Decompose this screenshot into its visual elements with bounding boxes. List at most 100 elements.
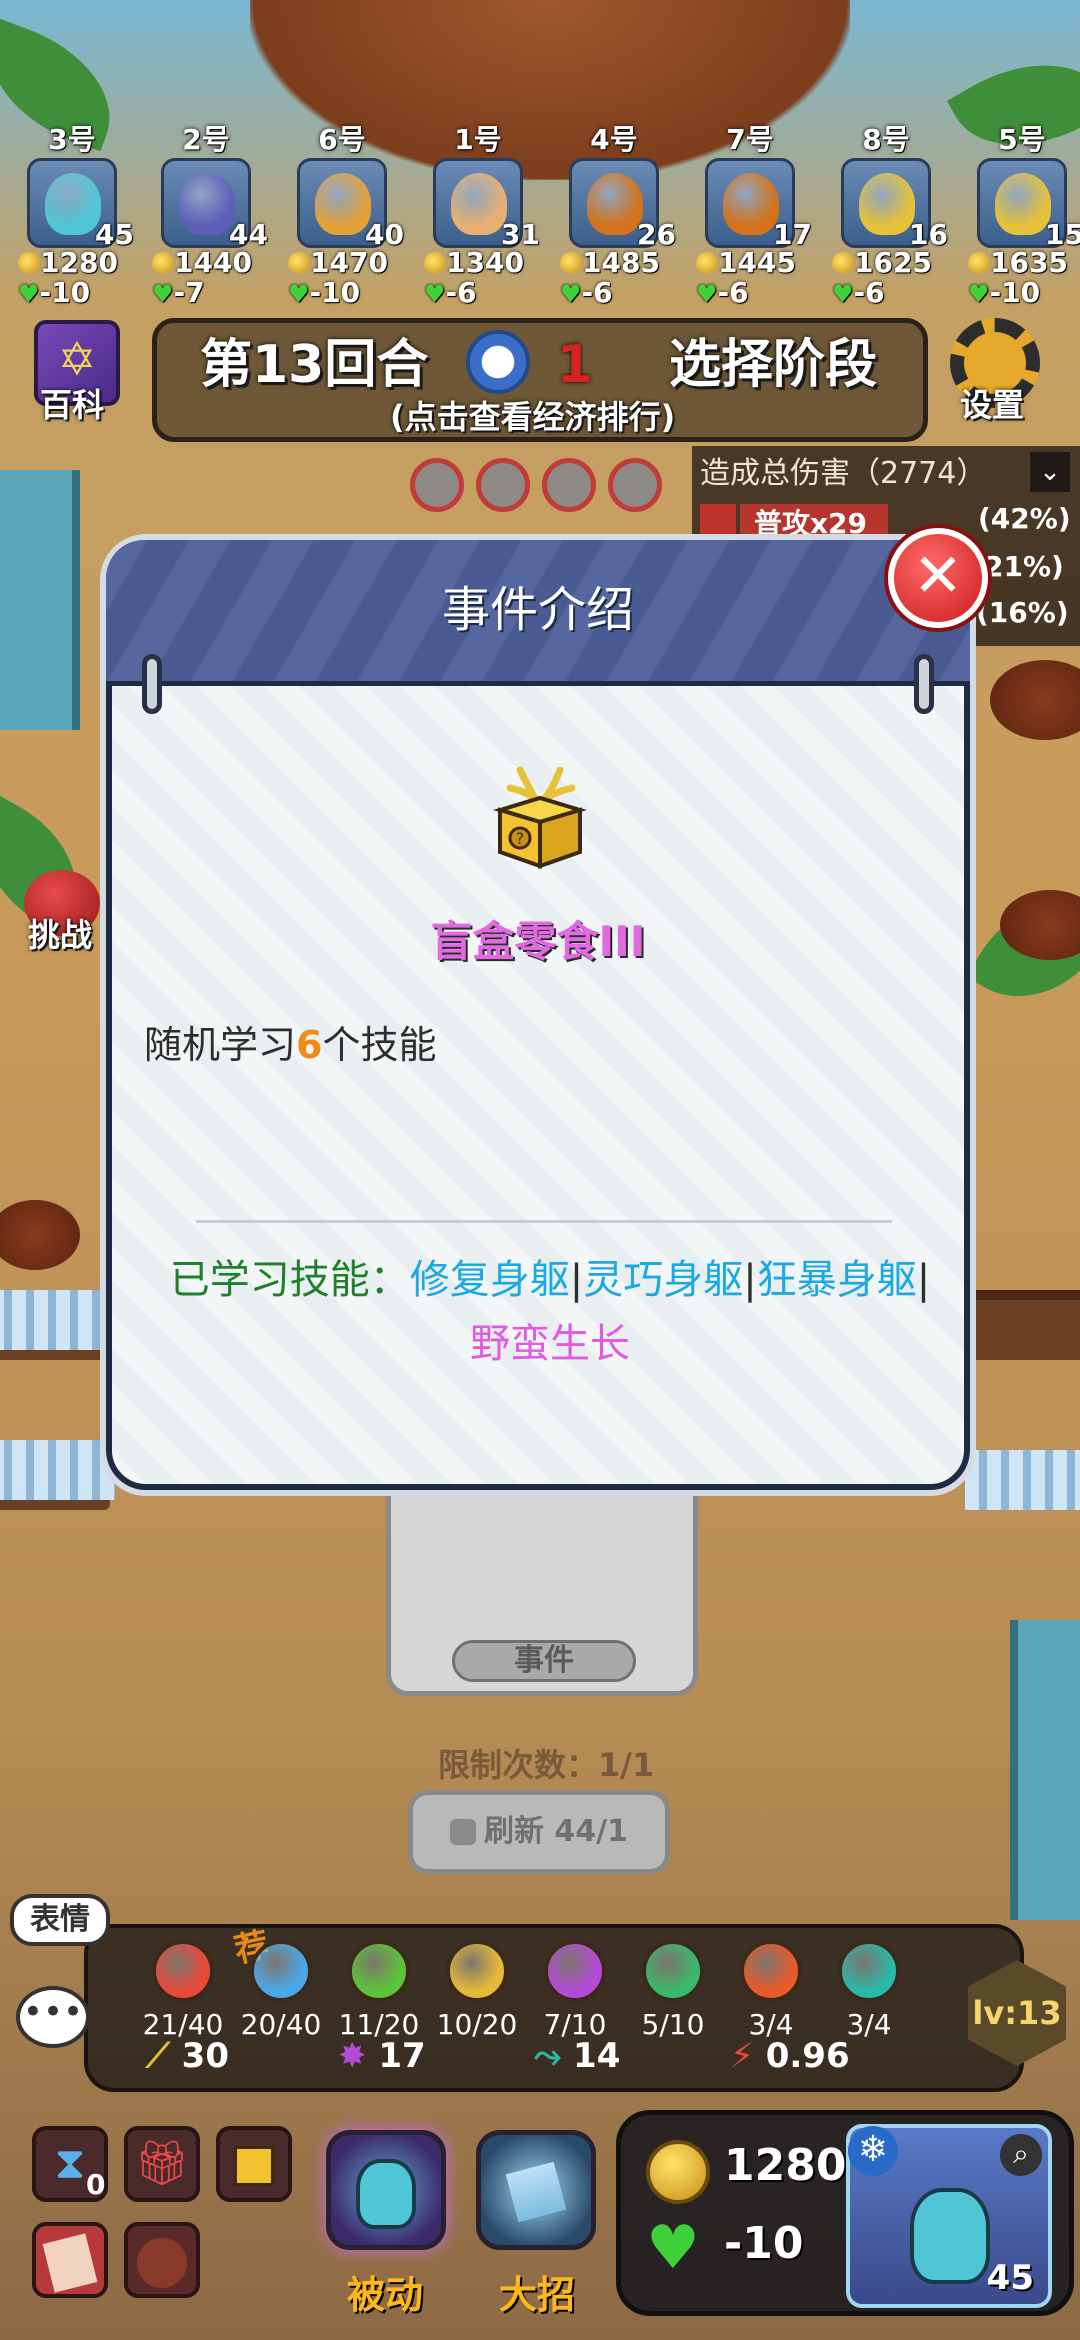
- ultimate-label: 大招: [498, 2273, 575, 2317]
- event-tag: 事件: [452, 1640, 636, 1682]
- sword-icon: ⟋: [146, 2036, 170, 2076]
- player-card[interactable]: 2号 44 1440 ♥-7: [142, 118, 270, 309]
- crit-icon: ⚡: [730, 2036, 754, 2076]
- card-slot[interactable]: [32, 2222, 108, 2298]
- learned-skill: 修复身躯: [409, 1257, 570, 1303]
- heart-icon: ♥: [288, 280, 310, 308]
- stopwatch-icon: [466, 330, 530, 394]
- coin-icon: [424, 252, 446, 274]
- damage-row-pct: (42%): [978, 502, 1071, 535]
- lamp-decoration: [0, 1200, 80, 1270]
- coin-icon: [832, 252, 854, 274]
- player-level: 26: [637, 218, 676, 251]
- heart-icon: [152, 1940, 214, 2002]
- hero-level: 45: [986, 2258, 1034, 2298]
- burst-stat: ✸ 17: [338, 2036, 426, 2076]
- player-hp: ♥-6: [822, 278, 950, 309]
- player-card[interactable]: 8号 16 1625 ♥-6: [822, 118, 950, 309]
- food-slot[interactable]: [124, 2222, 200, 2298]
- binder-ring: [142, 654, 162, 714]
- snowflake-icon: ❄: [848, 2126, 898, 2176]
- heart-icon: ♥: [646, 2213, 700, 2283]
- emote-button[interactable]: 表情: [10, 1894, 110, 1946]
- passive-label: 被动: [346, 2273, 423, 2317]
- paw-icon: [642, 1940, 704, 2002]
- skill-slot[interactable]: 21/40: [138, 1940, 228, 2041]
- avatar-icon: [179, 173, 235, 235]
- wing-icon: [838, 1940, 900, 2002]
- passive-button[interactable]: [326, 2130, 446, 2250]
- gold-value: 1280: [724, 2140, 847, 2191]
- gift-slot[interactable]: 🎁︎: [124, 2126, 200, 2202]
- player-card[interactable]: 4号 26 1485 ♥-6: [550, 118, 678, 309]
- avatar-icon: [315, 173, 371, 235]
- skill-slot[interactable]: 20/40: [236, 1940, 326, 2041]
- bottle-shelf: [0, 1290, 115, 1350]
- economy-ranking-hint[interactable]: (点击查看经济排行): [390, 392, 675, 438]
- avatar-icon: [859, 173, 915, 235]
- challenge-label[interactable]: 挑战: [28, 910, 92, 956]
- damage-row-label: 普攻x29: [754, 507, 868, 540]
- blind-box-slot[interactable]: [216, 2126, 292, 2202]
- card-icon: [42, 2233, 98, 2293]
- player-card[interactable]: 6号 40 1470 ♥-10: [278, 118, 406, 309]
- sword-icon: [446, 1940, 508, 2002]
- hero-portrait[interactable]: ❄ ⌕ 45: [846, 2124, 1052, 2308]
- learned-skill: 野蛮生长: [470, 1321, 630, 1367]
- skill-separator: |: [743, 1257, 757, 1303]
- learned-skill: 狂暴身躯: [756, 1257, 917, 1303]
- coin-icon: [18, 252, 40, 274]
- crit-stat: ⚡ 0.96: [730, 2036, 850, 2076]
- player-gold: 1440: [142, 248, 270, 278]
- burst-icon: [544, 1940, 606, 2002]
- player-level: 44: [229, 218, 268, 251]
- curtain: [1010, 1620, 1080, 1920]
- avatar-icon: [45, 173, 101, 235]
- chevron-down-icon[interactable]: ⌄: [1030, 452, 1070, 492]
- crit-value: 0.96: [765, 2036, 850, 2076]
- refresh-label: 刷新 44/1: [483, 1814, 629, 1849]
- chat-bubble-icon[interactable]: •••: [16, 1986, 90, 2048]
- player-card[interactable]: 1号 31 1340 ♥-6: [414, 118, 542, 309]
- player-card[interactable]: 7号 17 1445 ♥-6: [686, 118, 814, 309]
- skill-count: 5/10: [641, 2008, 705, 2041]
- skill-count: 10/20: [436, 2008, 518, 2041]
- damage-row-pct: (16%): [976, 596, 1069, 629]
- skill-slot[interactable]: 3/4: [824, 1940, 914, 2041]
- meat-icon: [137, 2238, 187, 2288]
- ultimate-button[interactable]: [476, 2130, 596, 2250]
- player-card[interactable]: 5号 15 1635 ♥-10: [958, 118, 1080, 309]
- binder-ring: [914, 654, 934, 714]
- coin-icon: [646, 2140, 710, 2204]
- burst-value: 17: [378, 2036, 426, 2076]
- player-level: 15: [1045, 218, 1080, 251]
- close-button[interactable]: ✕: [888, 528, 988, 628]
- player-level: 16: [909, 218, 948, 251]
- heart-icon: ♥: [18, 280, 40, 308]
- skill-slot[interactable]: 11/20: [334, 1940, 424, 2041]
- player-level: 40: [365, 218, 404, 251]
- coin-icon: [560, 252, 582, 274]
- limit-count: 限制次数：1/1: [438, 1746, 655, 1784]
- search-icon[interactable]: ⌕: [1000, 2134, 1042, 2176]
- plus-icon: [348, 1940, 410, 2002]
- refresh-button[interactable]: 刷新 44/1: [408, 1790, 670, 1874]
- round-label: 第13回合: [200, 335, 429, 395]
- heart-icon: ♥: [696, 280, 718, 308]
- skill-separator: |: [569, 1257, 584, 1303]
- round-title: 第13回合 1 选择阶段: [200, 322, 877, 397]
- learned-label: 已学习技能：: [169, 1257, 410, 1303]
- player-rank: 6号: [318, 123, 366, 156]
- skill-slot[interactable]: 7/10: [530, 1940, 620, 2041]
- player-hp: ♥-6: [686, 278, 814, 309]
- hp-value: -6: [445, 276, 477, 309]
- skill-slot[interactable]: 3/4: [726, 1940, 816, 2041]
- player-avatar: 45: [27, 158, 134, 251]
- player-card[interactable]: 3号 45 1280 ♥-10: [8, 118, 136, 309]
- skill-slot[interactable]: 5/10: [628, 1940, 718, 2041]
- player-rank: 4号: [590, 123, 638, 156]
- player-hp: ♥-10: [8, 278, 136, 309]
- skill-separator: |: [916, 1257, 931, 1303]
- avatar-icon: [995, 173, 1051, 235]
- skill-slot[interactable]: 10/20: [432, 1940, 522, 2041]
